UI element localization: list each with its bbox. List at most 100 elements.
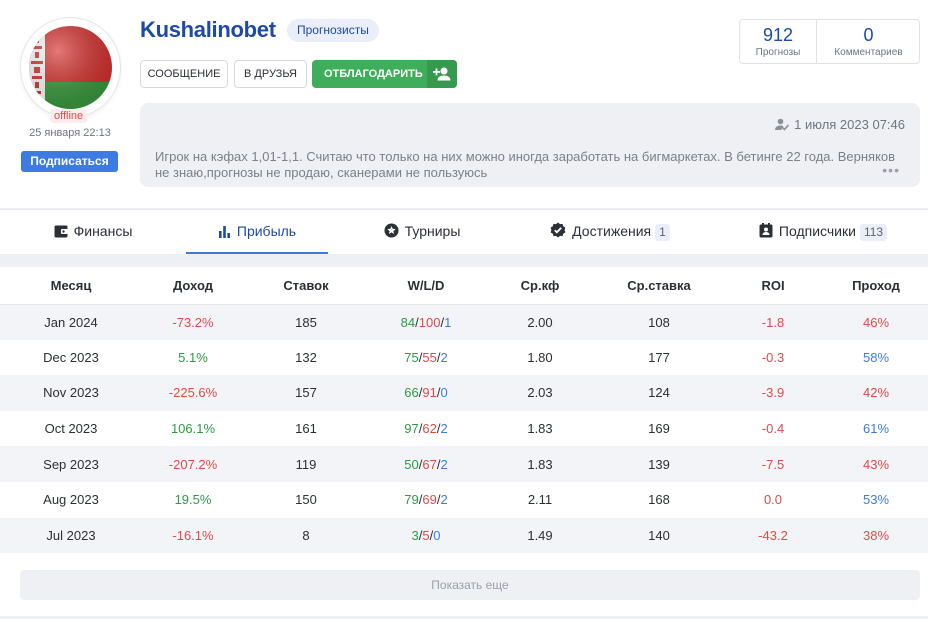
wins-count: 75 xyxy=(404,349,419,365)
tab-achievements[interactable]: Достижения 1 xyxy=(530,210,690,254)
cell-pass: 58% xyxy=(862,349,890,365)
more-options-icon[interactable]: ••• xyxy=(882,162,900,178)
profit-table: Месяц Доход Ставок W/L/D Ср.кф Ср.ставка… xyxy=(0,267,928,554)
thank-button[interactable]: ОТБЛАГОДАРИТЬ xyxy=(312,60,457,88)
table-row: Sep 2023 -207.2% 119 50/67/2 1.83 139 -7.5 43% xyxy=(0,446,928,482)
wallet-icon xyxy=(54,225,68,238)
cell-bets: 157 xyxy=(244,375,368,411)
cell-avg-stake: 124 xyxy=(596,375,722,411)
col-month-header: Месяц xyxy=(0,267,142,305)
wins-count: 97 xyxy=(404,421,419,437)
avatar[interactable] xyxy=(21,18,120,117)
table-header-row: Месяц Доход Ставок W/L/D Ср.кф Ср.ставка… xyxy=(0,267,928,305)
tab-profit[interactable]: Прибыль xyxy=(186,210,328,254)
cell-roi: -1.8 xyxy=(722,304,824,340)
tab-finances-label: Финансы xyxy=(73,223,133,239)
draws-count: 0 xyxy=(433,527,441,543)
cell-avg-odds: 1.83 xyxy=(484,446,596,482)
subscribe-button[interactable]: Подписаться xyxy=(21,151,118,172)
stat-comments[interactable]: 0 Комментариев xyxy=(817,20,920,63)
cell-avg-stake: 177 xyxy=(648,349,670,365)
draws-count: 2 xyxy=(440,456,448,472)
losses-count: 100 xyxy=(418,314,441,330)
cell-roi: -43.2 xyxy=(722,517,824,554)
cell-income: -16.1% xyxy=(142,517,244,554)
cell-bets: 161 xyxy=(295,421,317,437)
cell-pass: 61% xyxy=(862,421,890,437)
tab-tournaments[interactable]: Турниры xyxy=(354,210,490,254)
cell-avg-odds: 2.03 xyxy=(484,375,596,411)
cell-income: -225.6% xyxy=(142,375,244,411)
message-button[interactable]: СООБЩЕНИЕ xyxy=(140,60,228,88)
username[interactable]: Kushalinobet xyxy=(140,17,276,43)
add-friend-button[interactable]: В ДРУЗЬЯ xyxy=(234,60,307,88)
cell-wld: 50/67/2 xyxy=(368,446,484,482)
draws-count: 2 xyxy=(440,349,448,365)
table-row: Dec 2023 5.1% 132 75/55/2 1.80 177 -0.3 58% xyxy=(0,340,928,376)
cell-income: -73.2% xyxy=(142,304,244,340)
bio-box: 1 июля 2023 07:46 Игрок на кэфах 1,01-1,… xyxy=(140,103,920,187)
tab-tournaments-label: Турниры xyxy=(404,223,461,239)
losses-count: 69 xyxy=(422,492,437,508)
cell-avg-stake: 169 xyxy=(648,421,670,437)
col-avg-odds-header: Ср.кф xyxy=(484,267,596,305)
col-wld-header: W/L/D xyxy=(368,267,484,305)
tab-subscribers[interactable]: Подписчики 113 xyxy=(738,210,908,254)
role-badge[interactable]: Прогнозисты xyxy=(287,19,379,42)
table-row: Jul 2023 -16.1% 8 3/5/0 1.49 140 -43.2 38% xyxy=(0,517,928,554)
cell-wld: 3/5/0 xyxy=(368,517,484,554)
add-user-icon xyxy=(427,60,457,88)
col-bets-header: Ставок xyxy=(244,267,368,305)
subscribers-count-badge: 113 xyxy=(859,224,888,241)
cell-wld: 75/55/2 xyxy=(368,340,484,376)
show-more-button[interactable]: Показать еще xyxy=(20,570,920,600)
tab-subscribers-label: Подписчики xyxy=(778,223,856,239)
profile-header: offline 25 января 22:13 Подписаться Kush… xyxy=(0,0,928,208)
cell-income: -207.2% xyxy=(142,446,244,482)
wins-count: 66 xyxy=(404,385,419,401)
cell-month: Aug 2023 xyxy=(43,492,99,508)
badge-check-icon xyxy=(550,222,566,238)
losses-count: 62 xyxy=(422,421,437,437)
cell-roi: -7.5 xyxy=(722,446,824,482)
table-row: Nov 2023 -225.6% 157 66/91/0 2.03 124 -3.9 42% xyxy=(0,375,928,411)
achievements-count-badge: 1 xyxy=(655,224,670,241)
star-icon xyxy=(384,223,399,238)
cell-wld: 79/69/2 xyxy=(368,482,484,518)
col-roi-header: ROI xyxy=(722,267,824,305)
cell-month: Oct 2023 xyxy=(44,421,98,437)
cell-wld: 84/100/1 xyxy=(368,304,484,340)
cell-pass: 43% xyxy=(824,446,928,482)
cell-bets: 150 xyxy=(295,492,317,508)
wins-count: 50 xyxy=(404,456,419,472)
stat-predictions[interactable]: 912 Прогнозы xyxy=(740,20,817,63)
cell-income: 19.5% xyxy=(174,492,212,508)
tab-finances[interactable]: Финансы xyxy=(0,210,186,254)
profile-tabs: Финансы Прибыль Турниры Достижения 1 Подп… xyxy=(0,209,928,254)
bar-chart-icon xyxy=(218,226,230,238)
cell-bets: 119 xyxy=(244,446,368,482)
draws-count: 1 xyxy=(444,314,452,330)
wins-count: 3 xyxy=(411,527,419,543)
cell-income: 106.1% xyxy=(170,421,216,437)
comments-label: Комментариев xyxy=(834,47,903,58)
bio-date-text: 1 июля 2023 07:46 xyxy=(794,117,905,132)
join-date: 25 января 22:13 xyxy=(29,127,111,139)
cell-bets: 8 xyxy=(244,517,368,554)
cell-avg-stake: 168 xyxy=(648,492,670,508)
cell-avg-odds: 1.80 xyxy=(527,349,553,365)
contact-icon xyxy=(759,223,773,238)
status-badge: offline xyxy=(50,109,88,123)
cell-pass: 46% xyxy=(824,304,928,340)
comments-count: 0 xyxy=(863,25,874,45)
cell-month: Sep 2023 xyxy=(0,446,142,482)
cell-pass: 53% xyxy=(862,492,890,508)
table-row: Aug 2023 19.5% 150 79/69/2 2.11 168 0.0 53% xyxy=(0,482,928,518)
cell-bets: 132 xyxy=(295,349,317,365)
table-row: Oct 2023 106.1% 161 97/62/2 1.83 169 -0.4 61% xyxy=(0,411,928,447)
profile-stats: 912 Прогнозы 0 Комментариев xyxy=(739,19,920,64)
cell-avg-stake: 108 xyxy=(596,304,722,340)
losses-count: 67 xyxy=(422,456,437,472)
cell-roi: -3.9 xyxy=(722,375,824,411)
losses-count: 55 xyxy=(422,349,437,365)
